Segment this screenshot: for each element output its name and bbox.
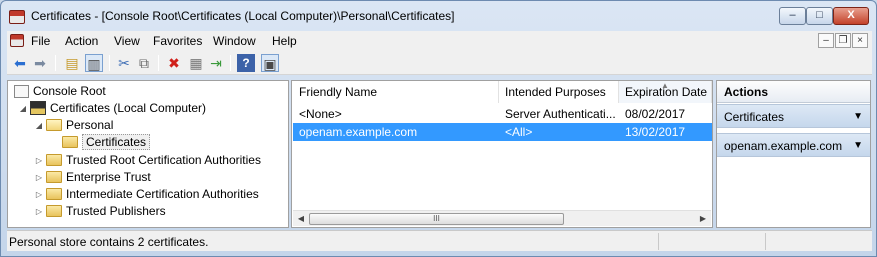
sort-ascending-icon: ▲: [661, 81, 669, 90]
actions-section-selected-item[interactable]: openam.example.com ▼: [717, 133, 870, 157]
folder-icon: [46, 188, 62, 200]
menu-window[interactable]: Window: [213, 34, 256, 48]
toolbar-separator: [230, 55, 231, 71]
mmc-window: Certificates - [Console Root\Certificate…: [0, 0, 877, 257]
status-divider: [658, 233, 659, 250]
menu-help[interactable]: Help: [272, 34, 297, 48]
collapse-arrow-icon[interactable]: ◢: [34, 117, 44, 134]
column-header-friendly-name[interactable]: Friendly Name: [293, 81, 499, 103]
expand-arrow-icon[interactable]: ▷: [34, 203, 44, 220]
tree-node-personal-certificates[interactable]: Certificates: [60, 134, 151, 151]
actions-header: Actions: [717, 81, 870, 103]
cell-expiration-date: 08/02/2017: [625, 107, 686, 121]
column-header-intended-purposes[interactable]: Intended Purposes: [499, 81, 619, 103]
table-row[interactable]: <None> Server Authenticati... 08/02/2017: [293, 105, 712, 123]
scrollbar-thumb[interactable]: III: [309, 213, 564, 225]
mmc-document-icon[interactable]: [10, 34, 24, 47]
tree-node-label: Trusted Publishers: [66, 204, 166, 218]
certificate-list[interactable]: Friendly Name Intended Purposes ▲ Expira…: [291, 80, 713, 228]
table-row-selected[interactable]: openam.example.com <All> 13/02/2017: [293, 123, 712, 141]
certificate-app-icon[interactable]: [9, 10, 25, 24]
copy-icon[interactable]: ⧉: [135, 54, 153, 72]
tree-node-label: Enterprise Trust: [66, 170, 151, 184]
toolbar-separator: [109, 55, 110, 71]
tree-node-trusted-root[interactable]: ▷ Trusted Root Certification Authorities: [34, 152, 261, 169]
menu-favorites[interactable]: Favorites: [153, 34, 202, 48]
back-icon[interactable]: ⬅: [11, 54, 29, 72]
status-text: Personal store contains 2 certificates.: [9, 235, 209, 249]
mdi-close-button[interactable]: ×: [852, 33, 868, 48]
collapse-arrow-icon[interactable]: ◢: [18, 100, 28, 117]
toolbar: ⬅ ➡ ▤ ▥ ✂ ⧉ ✖ ▦ ⇥ ? ▣: [7, 51, 872, 75]
menu-action[interactable]: Action: [65, 34, 98, 48]
tree-node-enterprise-trust[interactable]: ▷ Enterprise Trust: [34, 169, 151, 186]
expand-arrow-icon[interactable]: ▷: [34, 186, 44, 203]
scroll-right-arrow-icon[interactable]: ▶: [696, 213, 710, 225]
up-folder-icon[interactable]: ▤: [63, 54, 81, 72]
tree-node-intermediate-ca[interactable]: ▷ Intermediate Certification Authorities: [34, 186, 259, 203]
show-hide-tree-icon[interactable]: ▥: [85, 54, 103, 72]
toolbar-separator: [158, 55, 159, 71]
actions-section-label: openam.example.com: [724, 139, 843, 153]
scroll-left-arrow-icon[interactable]: ◀: [294, 213, 308, 225]
open-folder-icon: [46, 119, 62, 131]
expand-arrow-icon[interactable]: ▷: [34, 169, 44, 186]
horizontal-scrollbar[interactable]: ◀ III ▶: [293, 210, 711, 226]
actions-section-label: Certificates: [724, 110, 785, 124]
tree-node-label: Console Root: [33, 84, 106, 98]
cell-expiration-date: 13/02/2017: [625, 125, 686, 139]
expand-section-icon[interactable]: ▼: [853, 134, 863, 158]
status-bar: Personal store contains 2 certificates.: [7, 230, 872, 251]
folder-icon: [46, 205, 62, 217]
cell-intended-purposes: <All>: [505, 125, 533, 139]
cell-friendly-name: <None>: [299, 107, 342, 121]
tree-node-label: Trusted Root Certification Authorities: [66, 153, 261, 167]
folder-icon: [46, 171, 62, 183]
tree-node-personal[interactable]: ◢ Personal: [34, 117, 113, 134]
folder-icon: [62, 136, 78, 148]
show-action-pane-icon[interactable]: ▣: [261, 54, 279, 72]
tree-node-label: Personal: [66, 118, 114, 132]
title-bar[interactable]: Certificates - [Console Root\Certificate…: [1, 1, 876, 31]
tree-node-label: Certificates (Local Computer): [50, 101, 207, 115]
cell-friendly-name: openam.example.com: [299, 125, 418, 139]
maximize-button[interactable]: □: [806, 7, 833, 25]
actions-section-certificates[interactable]: Certificates ▼: [717, 104, 870, 128]
mdi-minimize-button[interactable]: –: [818, 33, 834, 48]
tree-node-trusted-publishers[interactable]: ▷ Trusted Publishers: [34, 203, 166, 220]
close-button[interactable]: X: [833, 7, 869, 25]
forward-icon[interactable]: ➡: [31, 54, 49, 72]
console-root-icon: [14, 85, 29, 98]
tree-node-console-root[interactable]: Console Root: [12, 83, 106, 100]
status-divider: [765, 233, 766, 250]
menu-bar: File Action View Favorites Window Help –…: [7, 31, 872, 51]
tree-node-label: Certificates: [82, 134, 151, 150]
column-header-expiration-date[interactable]: ▲ Expiration Date: [619, 81, 712, 103]
minimize-button[interactable]: –: [779, 7, 806, 25]
menu-view[interactable]: View: [114, 34, 140, 48]
cell-intended-purposes: Server Authenticati...: [505, 107, 616, 121]
delete-icon[interactable]: ✖: [165, 54, 183, 72]
console-tree[interactable]: Console Root ◢ Certificates (Local Comput…: [7, 80, 289, 228]
toolbar-separator: [55, 55, 56, 71]
tree-node-label: Intermediate Certification Authorities: [66, 187, 259, 201]
cut-icon[interactable]: ✂: [115, 54, 133, 72]
tree-node-certificates-local-computer[interactable]: ◢ Certificates (Local Computer): [18, 100, 206, 117]
menu-file[interactable]: File: [31, 34, 50, 48]
certificate-snapin-icon: [30, 101, 46, 115]
expand-section-icon[interactable]: ▼: [853, 105, 863, 129]
properties-icon[interactable]: ▦: [187, 54, 205, 72]
actions-pane: Actions Certificates ▼ openam.example.co…: [716, 80, 871, 228]
expand-arrow-icon[interactable]: ▷: [34, 152, 44, 169]
export-icon[interactable]: ⇥: [207, 54, 225, 72]
folder-icon: [46, 154, 62, 166]
mdi-restore-button[interactable]: ❐: [835, 33, 851, 48]
window-title: Certificates - [Console Root\Certificate…: [31, 9, 455, 23]
help-icon[interactable]: ?: [237, 54, 255, 72]
